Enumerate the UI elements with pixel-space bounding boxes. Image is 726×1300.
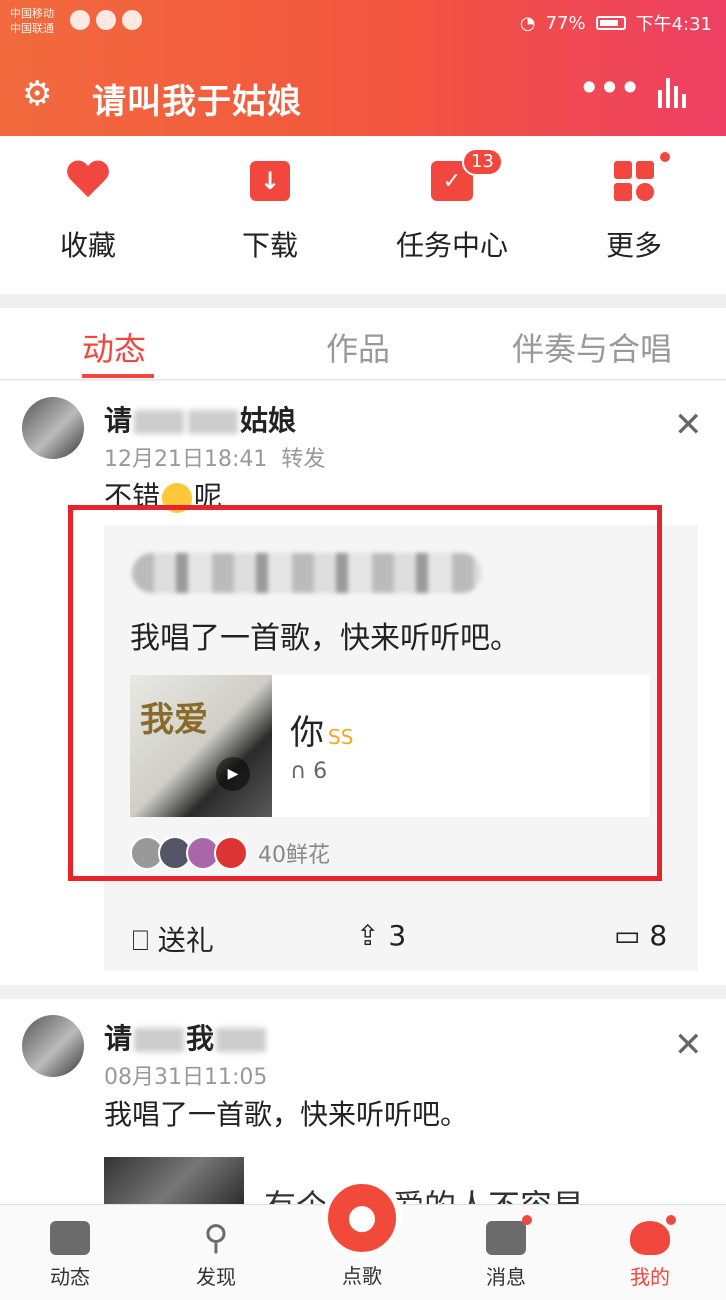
more-dots-icon[interactable]: ••• — [578, 66, 641, 110]
title-bar: ⚙ 请叫我于姑娘 ••• — [0, 60, 726, 130]
notification-icons — [70, 10, 142, 30]
grid-icon — [614, 161, 654, 201]
download-icon: ↓ — [250, 161, 290, 201]
more-button[interactable]: 更多 — [554, 152, 714, 264]
profile-icon — [630, 1215, 676, 1255]
search-icon: ⚲ — [203, 1218, 229, 1258]
carrier-info: 中国移动 中国联通 — [10, 7, 54, 35]
clock: 下午4:31 — [635, 14, 712, 35]
song-title: 有个曾经爱的人不容易 — [264, 1181, 584, 1204]
task-center-button[interactable]: ✓ 13 任务中心 — [372, 148, 532, 264]
tab-feed[interactable]: 动态 — [82, 324, 146, 370]
close-icon[interactable]: ✕ — [674, 1025, 703, 1065]
post-meta: 12月21日18:41 转发 — [104, 447, 326, 472]
content-tabs: 动态 作品 伴奏与合唱 — [0, 308, 726, 380]
song-cover[interactable] — [104, 1157, 244, 1204]
post-username[interactable]: 请姑娘 — [104, 399, 296, 439]
nav-discover[interactable]: ⚲ 发现 — [166, 1221, 266, 1290]
song-request-button[interactable]: ● — [322, 1178, 402, 1258]
post-actions: ⎕ 送礼 ⇪ 3 ▭ 8 — [104, 901, 698, 971]
gear-icon[interactable]: ⚙ — [22, 74, 52, 114]
nav-me[interactable]: 我的 — [600, 1215, 700, 1290]
share-button[interactable]: ⇪ 3 — [356, 919, 406, 952]
heart-icon — [66, 161, 110, 201]
feed: 请姑娘 12月21日18:41 转发 ✕ 不错呢 我唱了一首歌，快来听听吧。 我… — [0, 381, 726, 1204]
comment-icon: ▭ — [614, 919, 641, 952]
comment-button[interactable]: ▭ 8 — [614, 919, 667, 952]
wifi-icon: ◔ — [519, 12, 536, 34]
download-button[interactable]: ↓ 下载 — [190, 156, 350, 264]
mic-icon: ● — [347, 1197, 377, 1237]
favorites-button[interactable]: 收藏 — [8, 156, 168, 264]
active-tab-indicator — [82, 374, 154, 378]
battery-icon — [595, 16, 626, 30]
nav-song-request-label: 点歌 — [342, 1264, 382, 1288]
quick-actions: 收藏 ↓ 下载 ✓ 13 任务中心 更多 — [0, 136, 726, 294]
post-username[interactable]: 请我 — [104, 1017, 268, 1057]
tab-works[interactable]: 作品 — [326, 324, 390, 370]
share-icon: ⇪ — [356, 919, 380, 952]
app-header: 中国移动 中国联通 ◔ 77% 下午4:31 ⚙ 请叫我于姑娘 ••• — [0, 0, 726, 136]
post-text: 我唱了一首歌，快来听听吧。 — [104, 1098, 469, 1131]
task-badge: 13 — [462, 148, 503, 176]
chat-icon — [50, 1221, 90, 1255]
status-bar: 中国移动 中国联通 ◔ 77% 下午4:31 — [0, 0, 726, 44]
post-meta: 08月31日11:05 — [104, 1065, 268, 1090]
highlight-box — [68, 505, 662, 881]
page-title: 请叫我于姑娘 — [92, 82, 302, 122]
notification-dot — [660, 152, 670, 162]
status-right: ◔ 77% 下午4:31 — [520, 10, 712, 36]
avatar[interactable] — [22, 397, 84, 459]
nav-feed[interactable]: 动态 — [20, 1221, 120, 1290]
nav-messages[interactable]: 消息 — [456, 1215, 556, 1290]
bar-chart-icon[interactable] — [658, 78, 686, 108]
divider — [0, 985, 726, 999]
battery-percent: 77% — [545, 12, 586, 34]
tab-accompaniment[interactable]: 伴奏与合唱 — [512, 324, 672, 370]
gift-button[interactable]: ⎕ 送礼 — [132, 919, 214, 959]
gift-icon: ⎕ — [132, 924, 149, 957]
close-icon[interactable]: ✕ — [674, 405, 703, 445]
mail-icon — [486, 1215, 532, 1255]
avatar[interactable] — [22, 1015, 84, 1077]
